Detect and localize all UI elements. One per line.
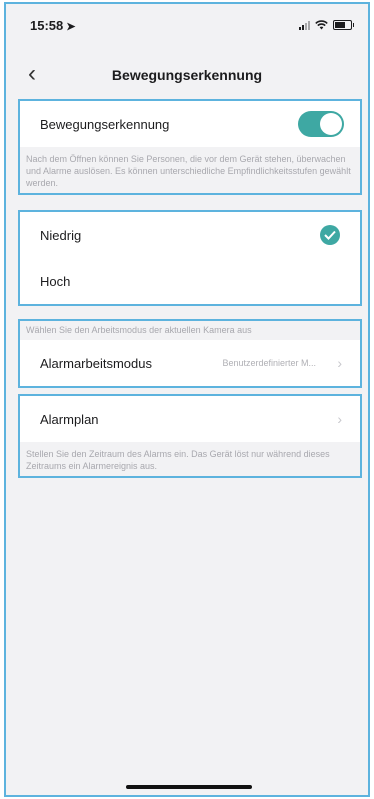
alarm-mode-row[interactable]: Alarmarbeitsmodus Benutzerdefinierter M.… (20, 340, 360, 386)
alarm-mode-value: Benutzerdefinierter M... (222, 358, 316, 368)
battery-icon (333, 20, 354, 30)
location-icon: ➤ (66, 21, 76, 33)
alarm-mode-label: Alarmarbeitsmodus (40, 355, 152, 371)
sensitivity-option-low[interactable]: Niedrig (20, 212, 360, 258)
alarm-mode-section: Wählen Sie den Arbeitsmodus der aktuelle… (18, 319, 362, 388)
status-bar: 15:58 ➤ (6, 4, 368, 44)
home-indicator[interactable] (126, 785, 252, 789)
page-title: Bewegungserkennung (111, 67, 263, 83)
alarm-plan-section: Alarmplan › Stellen Sie den Zeitraum des… (18, 394, 362, 478)
toggle-knob (320, 113, 342, 135)
alarm-plan-label: Alarmplan (40, 411, 99, 427)
app-frame: 15:58 ➤ ‹ Bewegungserkennung Bewegungserk… (4, 2, 370, 797)
nav-bar: ‹ Bewegungserkennung (6, 58, 368, 92)
sensitivity-section: Niedrig Hoch (18, 210, 362, 306)
chevron-right-icon: › (337, 411, 342, 427)
motion-detection-section: Bewegungserkennung Nach dem Öffnen könne… (18, 99, 362, 195)
motion-detection-row: Bewegungserkennung (20, 101, 360, 147)
motion-detection-toggle[interactable] (298, 111, 344, 137)
status-time: 15:58 ➤ (30, 18, 75, 33)
alarm-plan-description: Stellen Sie den Zeitraum des Alarms ein.… (26, 449, 330, 471)
motion-detection-description: Nach dem Öffnen können Sie Personen, die… (26, 154, 351, 188)
wifi-icon (315, 20, 328, 30)
alarm-plan-row[interactable]: Alarmplan › (20, 396, 360, 442)
sensitivity-option-high[interactable]: Hoch (20, 258, 360, 304)
chevron-right-icon: › (337, 355, 342, 371)
motion-detection-label: Bewegungserkennung (40, 116, 170, 132)
time-label: 15:58 (30, 18, 64, 33)
sensitivity-option-label: Hoch (40, 273, 71, 289)
alarm-mode-hint: Wählen Sie den Arbeitsmodus der aktuelle… (26, 325, 252, 335)
checkmark-icon (320, 225, 340, 245)
sensitivity-option-label: Niedrig (40, 227, 82, 243)
cellular-signal-icon (299, 20, 310, 30)
system-icons (299, 20, 354, 30)
